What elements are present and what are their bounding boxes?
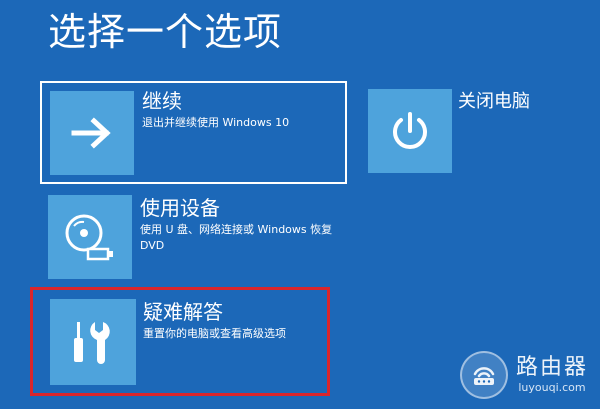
watermark: 路由器 luyouqi.com <box>459 351 588 399</box>
arrow-right-icon <box>71 117 111 149</box>
option-shutdown[interactable]: 关闭电脑 <box>362 84 562 180</box>
option-use-device[interactable]: 使用设备 使用 U 盘、网络连接或 Windows 恢复 DVD <box>40 190 347 286</box>
continue-tile <box>50 91 134 175</box>
router-logo-icon <box>459 351 508 399</box>
wrench-screwdriver-icon <box>74 322 110 364</box>
disc-usb-icon <box>65 214 113 261</box>
option-troubleshoot-description: 重置你的电脑或查看高级选项 <box>143 327 286 340</box>
option-troubleshoot[interactable]: 疑难解答 重置你的电脑或查看高级选项 <box>30 287 330 396</box>
option-continue[interactable]: 继续 退出并继续使用 Windows 10 <box>40 81 347 184</box>
power-icon <box>393 112 427 149</box>
watermark-name: 路由器 <box>515 355 588 380</box>
option-use-device-description: 使用 U 盘、网络连接或 Windows 恢复 DVD <box>140 223 333 252</box>
use-device-tile <box>48 195 132 279</box>
troubleshoot-tile <box>50 299 136 385</box>
shutdown-tile <box>368 89 452 173</box>
watermark-text: 路由器 luyouqi.com <box>516 355 588 395</box>
option-continue-title: 继续 <box>142 89 182 113</box>
option-use-device-title: 使用设备 <box>140 196 220 220</box>
page-title: 选择一个选项 <box>48 10 283 54</box>
option-troubleshoot-title: 疑难解答 <box>143 300 223 324</box>
option-continue-description: 退出并继续使用 Windows 10 <box>142 116 290 129</box>
watermark-url: luyouqi.com <box>518 381 586 394</box>
option-shutdown-title: 关闭电脑 <box>458 91 530 112</box>
